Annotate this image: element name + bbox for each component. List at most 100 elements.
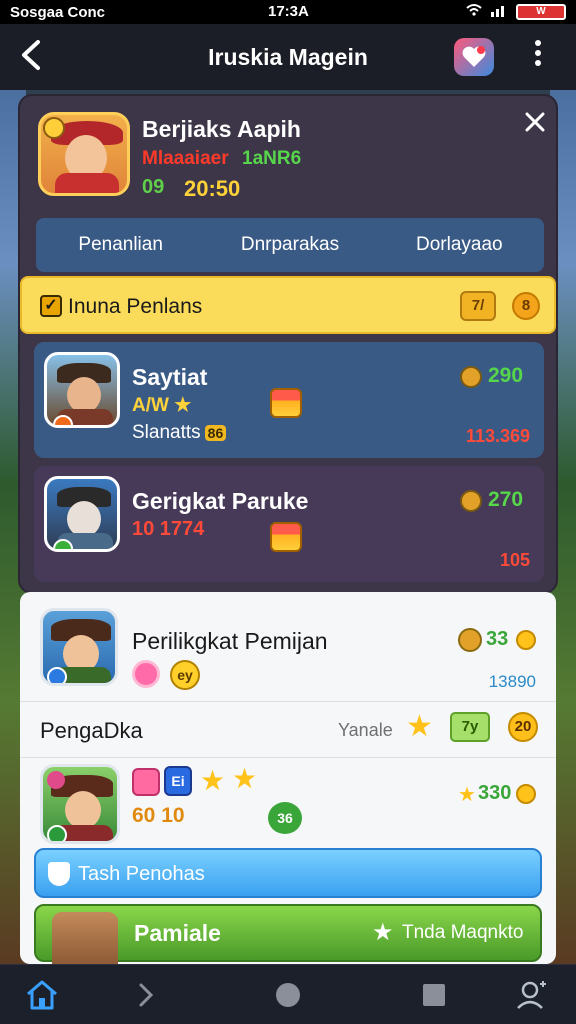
profile-panel: Berjiaks Aapih Mlaaaiaer 1aNR6 09 20:50 … bbox=[18, 94, 558, 594]
circle-icon bbox=[276, 983, 300, 1007]
tab-penanlian[interactable]: Penanlian bbox=[36, 234, 205, 256]
profile-id: 09 bbox=[142, 176, 165, 198]
player-avatar bbox=[52, 912, 118, 964]
player-status-dot bbox=[53, 539, 73, 549]
battery-icon: W bbox=[516, 4, 566, 20]
player-avatar bbox=[40, 608, 118, 686]
star-icon: ★ bbox=[200, 765, 226, 796]
avatar-status-dot bbox=[47, 825, 67, 841]
close-icon bbox=[525, 112, 545, 132]
player-red-score: 105 bbox=[499, 550, 530, 570]
gold-coin-icon bbox=[516, 784, 536, 804]
list-item[interactable]: Perilikgkat Pemijan ey 33 13890 bbox=[20, 592, 556, 702]
nav-forward-button[interactable] bbox=[128, 977, 164, 1013]
star-icon: ★ bbox=[406, 710, 433, 743]
home-icon bbox=[27, 980, 57, 1010]
list-item-variable: Yanale bbox=[338, 720, 393, 740]
player-status-dot bbox=[53, 415, 73, 425]
nav-profile-button[interactable] bbox=[514, 977, 550, 1013]
nav-recent-button[interactable] bbox=[416, 977, 452, 1013]
chevron-right-icon bbox=[139, 983, 154, 1007]
list-item[interactable]: PengaDka Yanale ★ 7y 20 bbox=[20, 702, 556, 758]
status-carrier: Sosgaa Conc bbox=[10, 3, 106, 21]
action-bar-green-title: Pamiale bbox=[134, 920, 221, 946]
chest-icon[interactable] bbox=[270, 522, 302, 552]
player-card[interactable]: Saytiat A/W ★ Slanatts 86 290 113.369 bbox=[34, 342, 544, 458]
user-icon bbox=[517, 981, 546, 1009]
tab-bar: Penanlian Dnrparakas Dorlayaao bbox=[36, 218, 544, 272]
star-icon: ★ bbox=[372, 919, 394, 946]
nav-home-button[interactable] bbox=[24, 977, 60, 1013]
player-score: 290 bbox=[488, 364, 524, 387]
banner-label: Inuna Penlans bbox=[68, 295, 203, 318]
donut-icon bbox=[132, 660, 160, 688]
player-subtitle-text: Slanatts bbox=[132, 422, 201, 443]
heart-badge-icon bbox=[462, 46, 486, 67]
coin-icon bbox=[460, 366, 482, 388]
player-card[interactable]: Gerigkat Paruke 10 1774 270 105 bbox=[34, 466, 544, 582]
star-icon: ★ bbox=[458, 784, 476, 806]
coin-icon bbox=[460, 490, 482, 512]
action-bar-green-label: Tnda Maqnkto bbox=[402, 922, 524, 943]
checkbox-icon[interactable]: ✓ bbox=[40, 295, 62, 317]
coin-badge: 20 bbox=[508, 712, 538, 742]
chest-icon[interactable] bbox=[270, 388, 302, 418]
status-icons: W bbox=[466, 3, 566, 21]
nav-home-circle-button[interactable] bbox=[270, 977, 306, 1013]
profile-subtitle-green: 1aNR6 bbox=[242, 148, 302, 169]
player-avatar bbox=[44, 476, 120, 552]
selection-banner[interactable]: ✓ Inuna Penlans 7/ 8 bbox=[20, 276, 556, 334]
card-icon: Ei bbox=[164, 766, 192, 796]
list-item-title: Perilikgkat Pemijan bbox=[132, 628, 328, 654]
player-avatar bbox=[44, 352, 120, 428]
tab-dorlayaao[interactable]: Dorlayaao bbox=[375, 234, 544, 256]
banner-coin-badge: 8 bbox=[512, 292, 540, 320]
star-icon: ★ bbox=[232, 763, 258, 794]
avatar-status-dot bbox=[47, 667, 67, 683]
list-item-label: PengaDka bbox=[40, 718, 143, 743]
avatar-face bbox=[65, 791, 101, 829]
square-icon bbox=[423, 984, 445, 1006]
list-item-values: 60 10 bbox=[132, 804, 185, 827]
profile-name: Berjiaks Aapih bbox=[142, 116, 301, 142]
list-item-number: 13890 bbox=[488, 672, 536, 691]
player-subtitle-badge: 86 bbox=[204, 425, 227, 441]
emoji-badge-icon: ey bbox=[170, 660, 200, 690]
player-avatar bbox=[40, 764, 120, 844]
reward-panel: Perilikgkat Pemijan ey 33 13890 PengaDka… bbox=[20, 592, 556, 964]
bottom-navigation bbox=[0, 964, 576, 1024]
list-item-score: 33 bbox=[486, 628, 509, 650]
banner-chip: 7/ bbox=[460, 291, 496, 321]
player-rating: A/W ★ bbox=[132, 395, 192, 416]
action-bar-green[interactable]: Pamiale ★ Tnda Maqnkto bbox=[34, 904, 542, 964]
action-bar-blue[interactable]: Tash Penohas bbox=[34, 848, 542, 898]
heart-badge-button[interactable] bbox=[454, 38, 494, 76]
green-badge: 36 bbox=[268, 802, 302, 834]
more-button[interactable] bbox=[528, 38, 548, 76]
gold-coin-icon bbox=[516, 630, 536, 650]
signal-icon bbox=[490, 3, 508, 21]
shield-icon bbox=[48, 862, 70, 886]
avatar-face bbox=[67, 377, 101, 413]
avatar-badge bbox=[47, 771, 65, 789]
action-bar-blue-label: Tash Penohas bbox=[78, 863, 205, 885]
status-bar: Sosgaa Conc 17:3A W bbox=[0, 0, 576, 24]
close-button[interactable] bbox=[520, 110, 550, 140]
list-item[interactable]: Ei ★ ★ 60 10 36 ★ 330 bbox=[20, 758, 556, 846]
profile-timer: 20:50 bbox=[184, 176, 241, 201]
list-item-score: 330 bbox=[478, 782, 512, 804]
app-header: Iruskia Magein bbox=[0, 24, 576, 90]
player-score: 270 bbox=[488, 488, 524, 511]
gift-icon bbox=[132, 768, 160, 796]
player-red-score: 113.369 bbox=[465, 426, 530, 446]
profile-avatar[interactable] bbox=[38, 112, 130, 196]
coin-icon bbox=[458, 628, 482, 652]
list-item-chip[interactable]: 7y bbox=[450, 712, 490, 742]
avatar-level-badge bbox=[43, 117, 65, 139]
tab-dnrparakas[interactable]: Dnrparakas bbox=[205, 234, 374, 256]
avatar-body bbox=[55, 173, 119, 193]
status-time: 17:3A bbox=[268, 3, 309, 20]
more-vertical-icon bbox=[535, 40, 541, 66]
player-subtitle: Slanatts 86 bbox=[132, 422, 227, 444]
player-name: Gerigkat Paruke bbox=[132, 488, 309, 514]
